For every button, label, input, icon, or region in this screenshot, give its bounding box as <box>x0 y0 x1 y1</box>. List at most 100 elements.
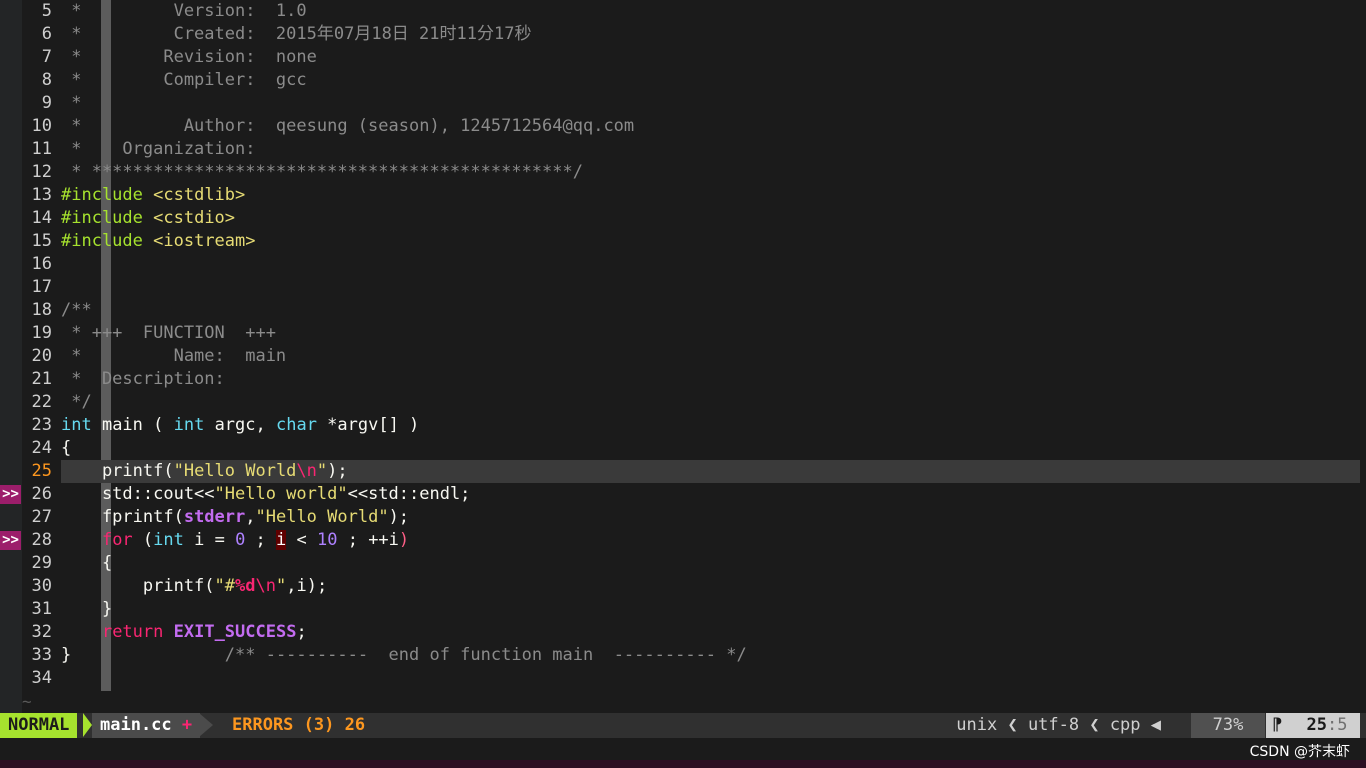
cursor-line: 25 <box>1306 715 1327 735</box>
line-text[interactable]: * Organization: <box>61 138 1360 161</box>
code-line[interactable]: 23 int main ( int argc, char *argv[] ) <box>0 414 1366 437</box>
line-number: 27 <box>31 507 52 527</box>
line-number: 32 <box>31 622 52 642</box>
line-text[interactable]: { <box>61 552 1360 575</box>
line-text[interactable]: int main ( int argc, char *argv[] ) <box>61 414 1360 437</box>
line-text[interactable]: printf("Hello World\n"); <box>61 460 1360 483</box>
line-text[interactable]: * Created: 2015年07月18日 21时11分17秒 <box>61 23 1360 46</box>
line-text[interactable]: } /** ---------- end of function main --… <box>61 644 1360 667</box>
error-sign-icon[interactable]: >> <box>0 485 21 504</box>
code-line[interactable]: 5 * Version: 1.0 <box>0 0 1366 23</box>
code-line[interactable]: 24 { <box>0 437 1366 460</box>
line-text[interactable] <box>61 253 1360 276</box>
code-token: %d <box>235 576 256 596</box>
line-text[interactable]: * <box>61 92 1360 115</box>
code-line[interactable]: 13 #include <cstdlib> <box>0 184 1366 207</box>
line-text[interactable]: * Author: qeesung (season), 1245712564@q… <box>61 115 1360 138</box>
line-number: 11 <box>31 139 52 159</box>
line-number: 7 <box>41 47 52 67</box>
code-line[interactable]: 10 * Author: qeesung (season), 124571256… <box>0 115 1366 138</box>
line-text[interactable]: std::cout<<"Hello world"<<std::endl; <box>61 483 1360 506</box>
line-number: 22 <box>31 392 52 412</box>
line-text[interactable]: * **************************************… <box>61 161 1360 184</box>
code-line[interactable]: >> 26 std::cout<<"Hello world"<<std::endl… <box>0 483 1366 506</box>
code-line[interactable]: 20 * Name: main <box>0 345 1366 368</box>
code-token: ; ++i <box>337 530 399 550</box>
line-text[interactable] <box>61 667 1360 690</box>
code-line[interactable]: 30 printf("#%d\n",i); <box>0 575 1366 598</box>
code-line[interactable]: 29 { <box>0 552 1366 575</box>
cursor-column: 5 <box>1337 715 1348 735</box>
code-line[interactable]: 31 } <box>0 598 1366 621</box>
line-text[interactable]: { <box>61 437 1360 460</box>
code-line[interactable]: 18 /** <box>0 299 1366 322</box>
code-line[interactable]: >> 28 for (int i = 0 ; i < 10 ; ++i) <box>0 529 1366 552</box>
line-number: 5 <box>41 1 52 21</box>
line-text[interactable]: #include <iostream> <box>61 230 1360 253</box>
code-line[interactable]: 8 * Compiler: gcc <box>0 69 1366 92</box>
line-text[interactable]: * +++ FUNCTION +++ <box>61 322 1360 345</box>
command-line[interactable]: CSDN @芥末虾 <box>0 738 1366 760</box>
line-text[interactable]: fprintf(stderr,"Hello World"); <box>61 506 1360 529</box>
code-token: <iostream> <box>153 231 256 251</box>
code-line[interactable]: 7 * Revision: none <box>0 46 1366 69</box>
code-token: { <box>61 553 113 573</box>
code-token: main ( <box>91 415 174 435</box>
line-number: 28 <box>31 530 52 550</box>
code-line[interactable]: 17 <box>0 276 1366 299</box>
line-text[interactable]: for (int i = 0 ; i < 10 ; ++i) <box>61 529 1360 552</box>
code-token: ,i); <box>286 576 328 596</box>
line-text[interactable]: */ <box>61 391 1360 414</box>
code-line[interactable]: 12 * ***********************************… <box>0 161 1366 184</box>
line-number-icon: ⁋ <box>1272 715 1283 735</box>
code-line[interactable]: 16 <box>0 253 1366 276</box>
line-text[interactable]: } <box>61 598 1360 621</box>
line-text[interactable]: #include <cstdio> <box>61 207 1360 230</box>
code-line[interactable]: 15 #include <iostream> <box>0 230 1366 253</box>
file-name[interactable]: main.cc + <box>92 713 201 738</box>
line-text[interactable] <box>61 276 1360 299</box>
code-token: ); <box>327 461 348 481</box>
line-text[interactable]: return EXIT_SUCCESS; <box>61 621 1360 644</box>
line-number: 12 <box>31 162 52 182</box>
code-line[interactable]: 34 <box>0 667 1366 690</box>
code-line[interactable]: 32 return EXIT_SUCCESS; <box>0 621 1366 644</box>
code-line[interactable]: 21 * Description: <box>0 368 1366 391</box>
error-sign-icon[interactable]: >> <box>0 531 21 550</box>
line-number: 21 <box>31 369 52 389</box>
line-number: 15 <box>31 231 52 251</box>
line-text[interactable]: #include <cstdlib> <box>61 184 1360 207</box>
line-text[interactable]: * Version: 1.0 <box>61 0 1360 23</box>
line-number: 20 <box>31 346 52 366</box>
code-token: printf( <box>61 576 215 596</box>
line-text[interactable]: * Revision: none <box>61 46 1360 69</box>
code-line[interactable]: 6 * Created: 2015年07月18日 21时11分17秒 <box>0 23 1366 46</box>
code-token: int <box>61 415 92 435</box>
editor-window[interactable]: 5 * Version: 1.0 6 * Created: 2015年07月18日… <box>0 0 1366 713</box>
code-token: ) <box>398 530 410 550</box>
line-text[interactable]: printf("#%d\n",i); <box>61 575 1360 598</box>
line-number: 30 <box>31 576 52 596</box>
watermark: CSDN @芥末虾 <box>1249 744 1350 760</box>
line-text[interactable]: * Description: <box>61 368 1360 391</box>
code-line[interactable]: 22 */ <box>0 391 1366 414</box>
code-line[interactable]: 9 * <box>0 92 1366 115</box>
code-line[interactable]: 19 * +++ FUNCTION +++ <box>0 322 1366 345</box>
code-line[interactable]: 11 * Organization: <box>0 138 1366 161</box>
code-token: printf( <box>61 461 174 481</box>
code-line[interactable]: 33} /** ---------- end of function main … <box>0 644 1366 667</box>
line-number: 6 <box>41 24 52 44</box>
error-count[interactable]: ERRORS (3) 26 <box>232 713 365 738</box>
code-token: { <box>61 438 72 458</box>
code-line[interactable]: 27 fprintf(stderr,"Hello World"); <box>0 506 1366 529</box>
mode-separator-icon <box>83 713 92 737</box>
code-line[interactable]: 25 printf("Hello World\n"); <box>0 460 1366 483</box>
code-token: ); <box>388 507 410 527</box>
code-token: EXIT_SUCCESS <box>173 622 297 642</box>
line-text[interactable]: * Compiler: gcc <box>61 69 1360 92</box>
code-token: "Hello world" <box>214 484 348 504</box>
code-line[interactable]: 14 #include <cstdio> <box>0 207 1366 230</box>
line-text[interactable]: * Name: main <box>61 345 1360 368</box>
line-text[interactable]: /** <box>61 299 1360 322</box>
